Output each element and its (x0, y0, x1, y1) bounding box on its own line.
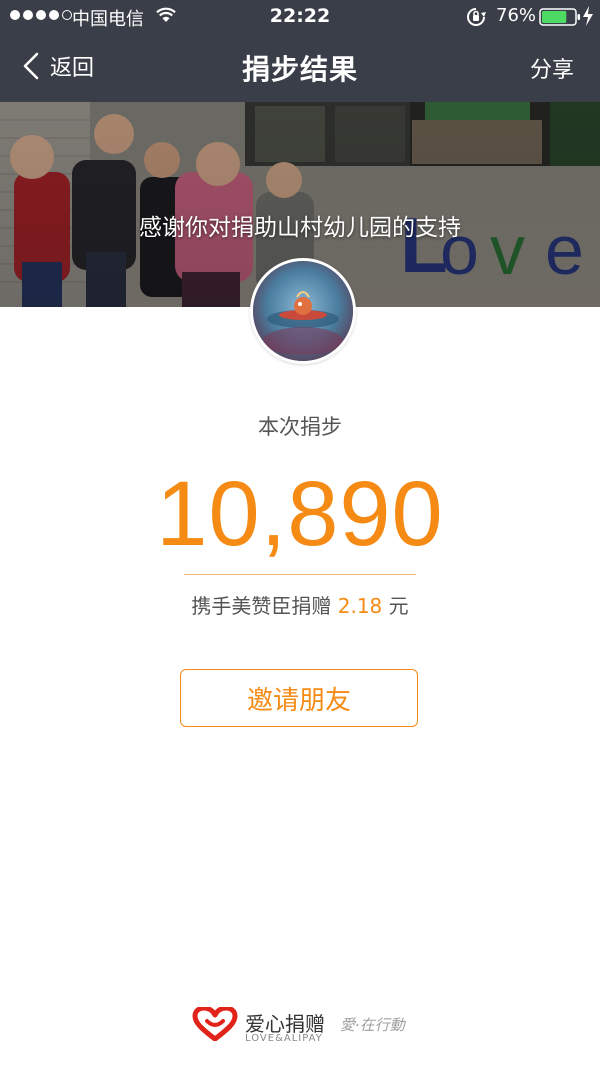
donation-line: 携手美赞臣捐赠 2.18 元 (0, 590, 600, 619)
donation-unit: 元 (388, 594, 409, 618)
orientation-lock-icon (466, 7, 486, 32)
battery-percent: 76% (496, 5, 537, 26)
step-count: 10,890 (156, 463, 444, 565)
result-label: 本次捐步 (258, 415, 342, 439)
header: 中国电信 22:22 76% 返回 捐步结果 分享 (0, 0, 600, 102)
charging-icon (582, 6, 594, 31)
battery-icon (539, 8, 581, 31)
brand-subtitle: LOVE&ALIPAY (245, 1033, 323, 1044)
partner-logo: 愛·在行動 (340, 1016, 405, 1034)
footer-brand: 爱心捐赠 LOVE&ALIPAY 愛·在行動 (192, 1006, 412, 1046)
invite-friends-button[interactable]: 邀请朋友 (180, 669, 418, 727)
page-title: 捐步结果 (241, 53, 358, 86)
navigation-bar: 返回 捐步结果 分享 (0, 34, 600, 102)
banner-caption: 感谢你对捐助山村幼儿园的支持 (139, 215, 461, 241)
avatar-image (253, 261, 353, 361)
avatar[interactable] (250, 258, 356, 364)
page: 中国电信 22:22 76% 返回 捐步结果 分享 感谢你对捐助山村幼儿园的支持… (0, 0, 600, 1067)
status-bar: 中国电信 22:22 76% (0, 0, 600, 34)
donation-amount: 2.18 (337, 594, 383, 618)
share-button[interactable]: 分享 (530, 52, 574, 84)
divider (184, 574, 416, 575)
heart-logo-icon (192, 1007, 238, 1041)
donation-prefix: 携手美赞臣捐赠 (191, 594, 332, 618)
